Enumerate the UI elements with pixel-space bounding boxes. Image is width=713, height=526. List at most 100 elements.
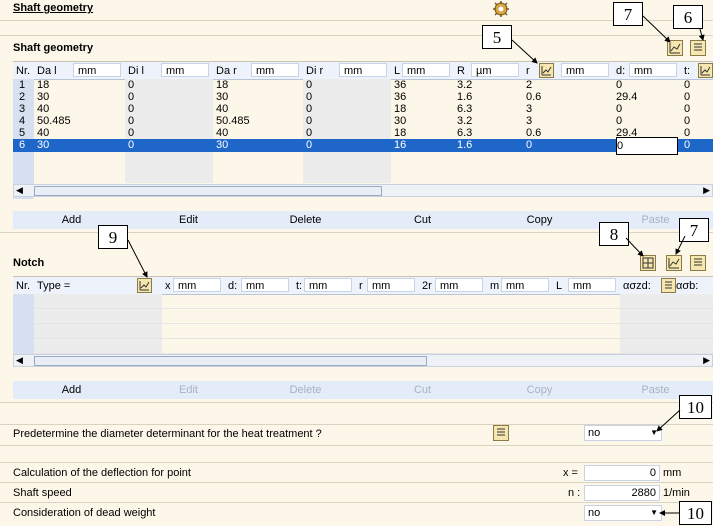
selected-row-highlight [13,139,713,152]
callout-9: 9 [98,225,128,249]
chart-icon[interactable] [137,278,152,293]
callout-7: 7 [679,218,709,242]
callout-5: 5 [482,25,512,49]
column-header: Type = [37,280,71,292]
column-header: ασzd: [623,280,651,292]
table-cell[interactable]: 0 [616,137,678,155]
deflection-unit: mm [663,467,682,479]
chart-edit-icon[interactable] [666,255,682,271]
chart-icon[interactable] [539,63,554,78]
shaft-speed-input[interactable]: 2880 [584,485,660,501]
column-header: 2r [422,280,432,292]
column-header: m [490,280,500,292]
column-header: t: [296,280,303,292]
callout-10: 10 [679,501,712,525]
table-cell[interactable]: 0 [306,137,312,153]
unit-select[interactable]: mm [73,63,121,77]
unit-select[interactable]: mm [173,278,221,292]
add-button[interactable]: Add [13,381,130,399]
scrollbar-thumb[interactable] [34,186,382,196]
unit-select[interactable]: mm [629,63,677,77]
unit-select[interactable]: mm [402,63,450,77]
scroll-left-icon[interactable]: ◀ [16,185,23,196]
notch-table: Nr. Type = x mm d: mm t: mm r mm 2r mm m mm Lmm ασzd: ασ… [13,276,713,355]
notes-icon[interactable] [690,255,706,271]
column-header: x [165,280,171,292]
notch-title: Notch [13,257,45,269]
chevron-down-icon: ▼ [650,428,658,437]
disabled-column [620,294,713,354]
chart-edit-icon[interactable] [667,40,683,56]
table-cell[interactable]: 1.6 [457,137,472,153]
notes-icon[interactable] [690,40,706,56]
edit-button[interactable]: Edit [130,381,247,399]
shaft-speed-unit: 1/min [663,487,690,499]
scroll-left-icon[interactable]: ◀ [16,355,23,366]
row-divider [34,323,713,324]
unit-select[interactable]: mm [339,63,387,77]
delete-button[interactable]: Delete [247,381,364,399]
unit-select[interactable]: µm [471,63,519,77]
unit-select[interactable]: mm [251,63,299,77]
column-header: L [556,280,563,292]
disabled-column [125,79,213,183]
scroll-right-icon[interactable]: ▶ [703,355,710,366]
chevron-down-icon: ▼ [650,508,658,517]
notes-icon[interactable] [661,278,676,293]
unit-select[interactable]: mm [241,278,289,292]
scroll-right-icon[interactable]: ▶ [703,185,710,196]
disabled-column [34,294,162,354]
unit-select[interactable]: mm [561,63,609,77]
unit-select[interactable]: mm [367,278,415,292]
deflection-label: Calculation of the deflection for point [13,467,191,479]
column-header: r [359,280,363,292]
table-cell[interactable]: 30 [37,137,49,153]
dead-weight-label: Consideration of dead weight [13,507,156,519]
callout-7: 7 [613,2,643,26]
table-cell[interactable]: 0 [128,137,134,153]
table-cell[interactable]: 16 [394,137,406,153]
heat-treatment-select[interactable]: no ▼ [584,425,662,441]
table-cell[interactable]: 30 [216,137,228,153]
callout-6: 6 [673,5,703,29]
unit-select[interactable]: mm [304,278,352,292]
heat-treatment-label: Predetermine the diameter determinant fo… [13,428,322,440]
edit-button[interactable]: Edit [130,211,247,229]
copy-button[interactable]: Copy [481,211,598,229]
column-header: Nr. [16,280,31,292]
cut-button[interactable]: Cut [364,381,481,399]
shaft-speed-label: Shaft speed [13,487,72,499]
table-icon[interactable] [640,255,656,271]
deflection-input[interactable]: 0 [584,465,660,481]
table-cell[interactable]: 6 [19,137,25,153]
delete-button[interactable]: Delete [247,211,364,229]
notes-icon[interactable] [493,425,509,441]
table-cell[interactable]: 0 [684,137,690,153]
scrollbar-thumb[interactable] [34,356,427,366]
chart-icon[interactable] [698,63,713,78]
dead-weight-select[interactable]: no ▼ [584,505,662,521]
gear-settings-icon[interactable] [492,0,510,18]
deflection-var: x = [563,467,578,479]
unit-select[interactable]: mm [568,278,616,292]
copy-button[interactable]: Copy [481,381,598,399]
notch-button-bar: Add Edit Delete Cut Copy Paste [13,381,713,399]
row-divider [34,338,713,339]
horizontal-scrollbar[interactable]: ◀ ▶ [13,354,713,367]
unit-select[interactable]: mm [501,278,549,292]
dead-weight-value: no [588,507,601,519]
shaft-speed-var: n : [568,487,581,499]
column-header: ασb: [676,280,699,292]
unit-select[interactable]: mm [161,63,209,77]
shaft-geometry-table: Nr. Da l mm Di l mm Da r mm Di r mm Lmm Rµm r mm d: mm… [13,61,713,199]
row-number-column [13,294,34,354]
unit-select[interactable]: mm [435,278,483,292]
horizontal-scrollbar[interactable]: ◀ ▶ [13,184,713,197]
column-header: d: [228,280,238,292]
disabled-column [303,79,391,183]
shaft-geometry-title: Shaft geometry [13,42,94,54]
table-cell[interactable]: 0 [526,137,532,153]
callout-10: 10 [679,395,712,419]
cut-button[interactable]: Cut [364,211,481,229]
row-divider [34,308,713,309]
